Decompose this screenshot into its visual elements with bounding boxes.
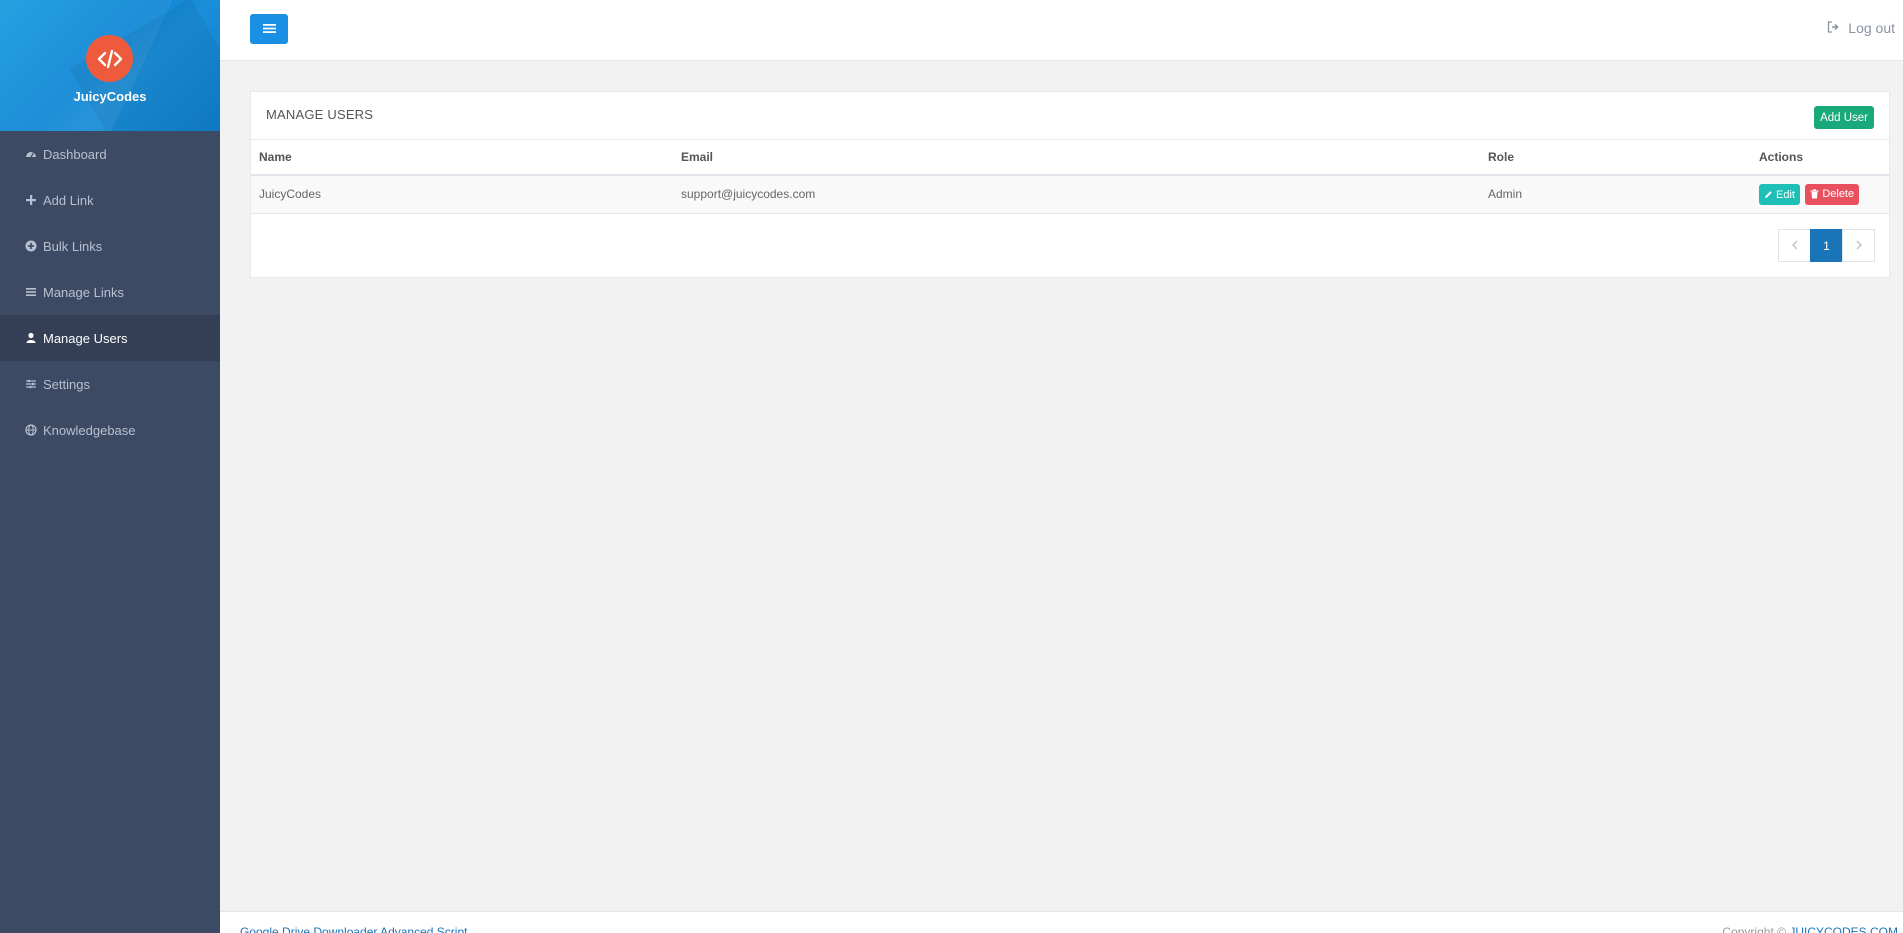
plus-circle-icon xyxy=(25,240,37,252)
sidebar-item-knowledgebase[interactable]: Knowledgebase xyxy=(0,407,220,453)
trash-icon xyxy=(1810,189,1819,199)
sidebar-item-label: Dashboard xyxy=(43,146,107,162)
pagination-next-button[interactable] xyxy=(1842,229,1875,262)
menu-toggle-button[interactable] xyxy=(250,14,288,44)
sidebar-item-label: Knowledgebase xyxy=(43,422,136,438)
chevron-right-icon xyxy=(1855,239,1863,253)
sidebar-item-label: Manage Users xyxy=(43,330,128,346)
sidebar-item-add-link[interactable]: Add Link xyxy=(0,177,220,223)
sidebar-nav: Dashboard Add Link Bulk Links Manage Lin… xyxy=(0,131,220,453)
logout-link[interactable]: Log out xyxy=(1827,20,1895,36)
sidebar: JuicyCodes Dashboard Add Link Bulk Links… xyxy=(0,0,220,933)
sidebar-item-manage-links[interactable]: Manage Links xyxy=(0,269,220,315)
add-user-button[interactable]: Add User xyxy=(1814,106,1874,129)
hamburger-icon xyxy=(262,22,276,37)
sidebar-item-label: Add Link xyxy=(43,192,94,208)
manage-users-panel: MANAGE USERS Add User Name Email Role Ac… xyxy=(250,91,1890,278)
table-header-row: Name Email Role Actions xyxy=(251,140,1889,176)
chevron-left-icon xyxy=(1791,239,1799,253)
plus-icon xyxy=(25,194,37,206)
sidebar-item-label: Settings xyxy=(43,376,90,392)
brand-header: JuicyCodes xyxy=(0,0,220,131)
pagination-prev-button[interactable] xyxy=(1778,229,1811,262)
user-role-cell: Admin xyxy=(1480,175,1751,214)
footer-copyright: Copyright © JUICYCODES.COM xyxy=(1722,925,1898,933)
sidebar-item-label: Bulk Links xyxy=(43,238,103,254)
user-icon xyxy=(25,332,37,344)
user-actions-cell: Edit Delete xyxy=(1751,175,1889,214)
copyright-text: Copyright © xyxy=(1722,925,1786,933)
column-header-email[interactable]: Email xyxy=(673,140,1480,176)
sliders-icon xyxy=(25,378,37,390)
globe-icon xyxy=(25,424,37,436)
column-header-name[interactable]: Name xyxy=(251,140,673,176)
sidebar-item-manage-users[interactable]: Manage Users xyxy=(0,315,220,361)
footer-product-link[interactable]: Google Drive Downloader Advanced Script xyxy=(240,925,467,933)
panel-header: MANAGE USERS Add User xyxy=(251,92,1889,140)
pagination-page-current[interactable]: 1 xyxy=(1810,229,1843,262)
edit-button[interactable]: Edit xyxy=(1759,184,1800,205)
juicycodes-link[interactable]: JUICYCODES.COM xyxy=(1789,925,1898,933)
sidebar-item-settings[interactable]: Settings xyxy=(0,361,220,407)
list-icon xyxy=(25,286,37,298)
sidebar-item-dashboard[interactable]: Dashboard xyxy=(0,131,220,177)
table-row: JuicyCodes support@juicycodes.com Admin … xyxy=(251,175,1889,214)
dashboard-icon xyxy=(25,148,37,160)
topbar: Log out xyxy=(220,0,1903,61)
delete-label: Delete xyxy=(1822,188,1855,200)
footer: Google Drive Downloader Advanced Script … xyxy=(220,911,1903,933)
user-email-cell: support@juicycodes.com xyxy=(673,175,1480,214)
column-header-role[interactable]: Role xyxy=(1480,140,1751,176)
pagination: 1 xyxy=(1778,229,1875,262)
pencil-icon xyxy=(1764,190,1773,199)
column-header-actions: Actions xyxy=(1751,140,1889,176)
user-name-cell: JuicyCodes xyxy=(251,175,673,214)
sidebar-item-bulk-links[interactable]: Bulk Links xyxy=(0,223,220,269)
users-table: Name Email Role Actions JuicyCodes suppo… xyxy=(251,140,1889,214)
sidebar-item-label: Manage Links xyxy=(43,284,124,300)
code-logo-icon[interactable] xyxy=(86,35,133,82)
sign-out-icon xyxy=(1827,20,1848,36)
edit-label: Edit xyxy=(1776,188,1795,201)
delete-button[interactable]: Delete xyxy=(1805,183,1860,205)
brand-name[interactable]: JuicyCodes xyxy=(0,89,220,104)
page-title: MANAGE USERS xyxy=(266,107,374,122)
logout-label: Log out xyxy=(1848,20,1895,36)
